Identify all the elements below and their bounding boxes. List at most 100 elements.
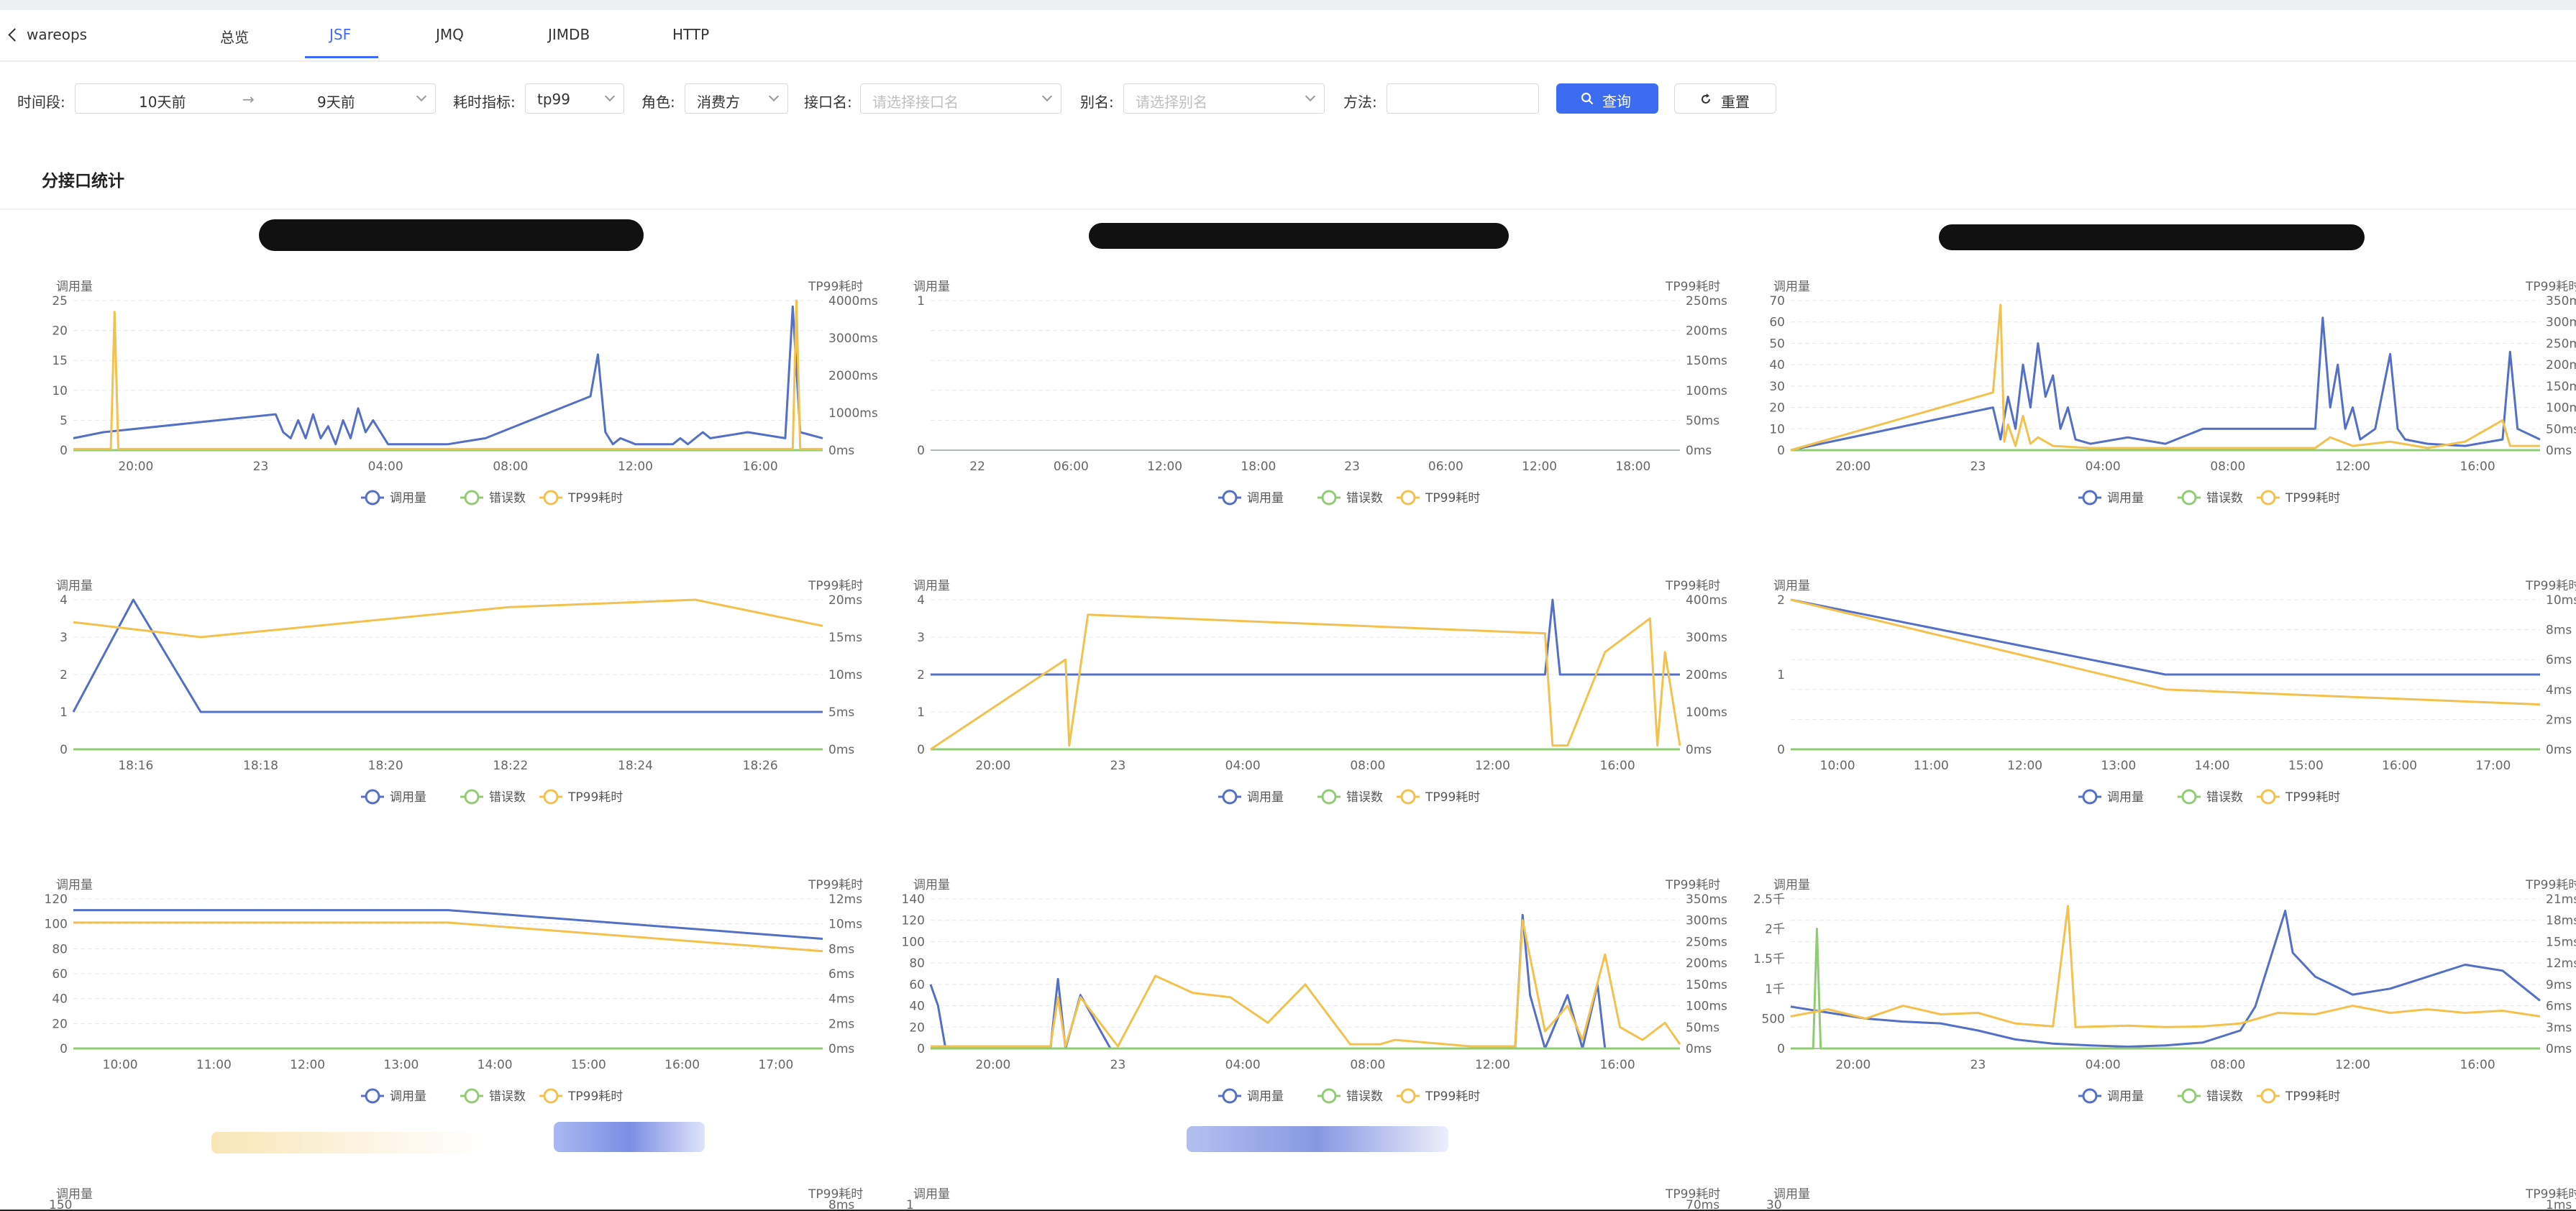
left-tick-label: 2	[60, 668, 68, 682]
left-tick-label: 25	[52, 294, 68, 309]
left-tick-label: 500	[1762, 1012, 1785, 1026]
line-chart[interactable]: 调用量 TP99耗时 0 5 10 15 20 25 0ms 1000ms 2000ms 3000ms…	[36, 280, 877, 574]
left-tick-label: 2	[917, 668, 925, 682]
x-tick-label: 17:00	[2475, 759, 2511, 773]
tab-jmq[interactable]: JMQ	[436, 26, 464, 43]
chart-svg: 0 20 40 60 80 100 120 140 0ms 50ms 100ms 150ms 200ms…	[902, 892, 1727, 1104]
time-start: 10天前	[139, 93, 186, 111]
tab-overview[interactable]: 总览	[220, 26, 249, 47]
tab-jimdb[interactable]: JIMDB	[548, 26, 590, 43]
left-tick-label: 120	[902, 914, 925, 928]
left-tick-label: 0	[917, 444, 925, 458]
line-chart[interactable]: 调用量 TP99耗时 0 1 2 0ms 2ms 4ms 6ms 8ms 10ms 10:00 11:0…	[1753, 579, 2576, 873]
right-tick-label: 4ms	[2546, 683, 2572, 698]
search-icon	[1581, 92, 1594, 105]
line-chart[interactable]: 调用量 TP99耗时 0 500 1千 1.5千 2千 2.5千 0ms 3ms 6ms 9ms 12m…	[1753, 878, 2576, 1172]
x-tick-label: 13:00	[2101, 759, 2136, 773]
left-tick-label: 2千	[1765, 923, 1785, 937]
right-tick-label: 100ms	[1686, 705, 1727, 720]
legend-label: 错误数	[2206, 491, 2243, 506]
left-tick-label: 4	[917, 593, 925, 608]
right-tick-label: 150ms	[1686, 354, 1727, 368]
legend-label: 错误数	[1346, 491, 1383, 506]
left-tick-label: 0	[1777, 743, 1785, 757]
method-input[interactable]	[1387, 83, 1539, 114]
x-tick-label: 06:00	[1428, 460, 1463, 474]
left-tick-label: 1	[917, 294, 925, 309]
legend-label: 错误数	[1346, 790, 1383, 805]
left-tick-label: 10	[1769, 422, 1785, 437]
metric-select[interactable]: tp99	[525, 83, 624, 114]
series-line	[1790, 316, 2541, 452]
line-chart[interactable]: 调用量 TP99耗时 0 10 20 30 40 50 60 70 0ms 50ms 100ms 150m…	[1753, 280, 2576, 574]
legend-marker	[365, 490, 380, 506]
left-tick-label: 50	[1769, 337, 1785, 351]
right-tick-label: 300ms	[1686, 631, 1727, 645]
right-tick-label: 0ms	[828, 743, 854, 757]
x-tick-label: 13:00	[383, 1058, 419, 1072]
x-tick-label: 18:00	[1615, 460, 1650, 474]
line-chart[interactable]: 调用量 TP99耗时 0 20 40 60 80 100 120 0ms 2ms 4ms 6ms 8ms 1…	[36, 878, 877, 1172]
x-tick-label: 08:00	[1350, 759, 1385, 773]
line-chart[interactable]: 调用量 TP99耗时 0 1 0ms 50ms 100ms 150ms 200ms 250ms 22…	[893, 280, 1735, 574]
right-tick-label: 0ms	[828, 1042, 854, 1056]
right-tick-label: 21ms	[2546, 892, 2576, 907]
x-tick-label: 18:16	[118, 759, 153, 773]
time-end: 9天前	[317, 93, 355, 111]
query-button[interactable]: 查询	[1556, 83, 1658, 114]
interface-select[interactable]: 请选择接口名	[860, 83, 1061, 114]
x-tick-label: 23	[1970, 1058, 1986, 1072]
right-tick-label: 9ms	[2546, 978, 2572, 992]
tab-jsf[interactable]: JSF	[329, 26, 351, 43]
legend-label: 调用量	[2107, 790, 2144, 805]
alias-label: 别名:	[1080, 93, 1114, 111]
right-tick-label: 200ms	[2546, 358, 2576, 373]
legend-label: 错误数	[2206, 1089, 2243, 1104]
line-chart[interactable]: 调用量 TP99耗时 0 1 2 3 4 0ms 100ms 200ms 300ms 400ms 20:…	[893, 579, 1735, 873]
chevron-down-icon	[1305, 91, 1316, 102]
series-line	[929, 913, 1680, 1050]
legend-label: TP99耗时	[1425, 1089, 1480, 1104]
right-tick-label: 6ms	[828, 967, 854, 982]
legend-marker	[464, 1088, 480, 1104]
x-tick-label: 18:24	[618, 759, 653, 773]
right-tick-label: 12ms	[828, 892, 862, 907]
legend-label: TP99耗时	[567, 790, 623, 805]
series-line	[1791, 928, 2540, 1050]
left-tick-label: 1	[60, 705, 68, 720]
legend-marker	[543, 1088, 559, 1104]
legend-label: TP99耗时	[1425, 790, 1480, 805]
alias-select[interactable]: 请选择别名	[1123, 83, 1325, 114]
role-select[interactable]: 消费方	[685, 83, 788, 114]
left-tick-label: 0	[60, 444, 68, 458]
time-range-picker[interactable]: 10天前 → 9天前	[75, 83, 436, 114]
legend-marker	[543, 490, 559, 506]
x-tick-label: 17:00	[758, 1058, 793, 1072]
left-tick-label: 20	[1769, 401, 1785, 416]
right-tick-label: 18ms	[2546, 914, 2576, 928]
right-tick-label: 15ms	[2546, 935, 2576, 949]
left-tick-label: 2	[1777, 593, 1785, 608]
redacted-chart-title	[1939, 224, 2365, 250]
chevron-left-icon	[8, 27, 22, 42]
metric-label: 耗时指标:	[453, 93, 516, 111]
tab-http[interactable]: HTTP	[672, 26, 709, 43]
legend-marker	[1400, 789, 1416, 805]
right-tick-label: 50ms	[2546, 422, 2576, 437]
right-tick-label: 2ms	[828, 1017, 854, 1031]
x-tick-label: 20:00	[1835, 460, 1871, 474]
reset-button[interactable]: 重置	[1674, 83, 1776, 114]
x-tick-label: 18:22	[493, 759, 528, 773]
line-chart[interactable]: 调用量 TP99耗时 0 1 2 3 4 0ms 5ms 10ms 15ms 20ms 18:16 18:…	[36, 579, 877, 873]
legend-marker	[1321, 1088, 1337, 1104]
left-tick-label: 3	[60, 631, 68, 645]
right-tick-label: 5ms	[828, 705, 854, 720]
right-tick-label: 0ms	[1686, 1042, 1712, 1056]
interface-label: 接口名:	[804, 93, 852, 111]
right-tick-label: 4000ms	[828, 294, 877, 309]
right-tick-label: 0ms	[2546, 1042, 2572, 1056]
x-tick-label: 16:00	[743, 460, 778, 474]
line-chart[interactable]: 调用量 TP99耗时 0 20 40 60 80 100 120 140 0ms 50ms 100ms 1…	[893, 878, 1735, 1172]
back-link[interactable]: wareops	[8, 26, 87, 43]
legend-label: TP99耗时	[567, 491, 623, 506]
